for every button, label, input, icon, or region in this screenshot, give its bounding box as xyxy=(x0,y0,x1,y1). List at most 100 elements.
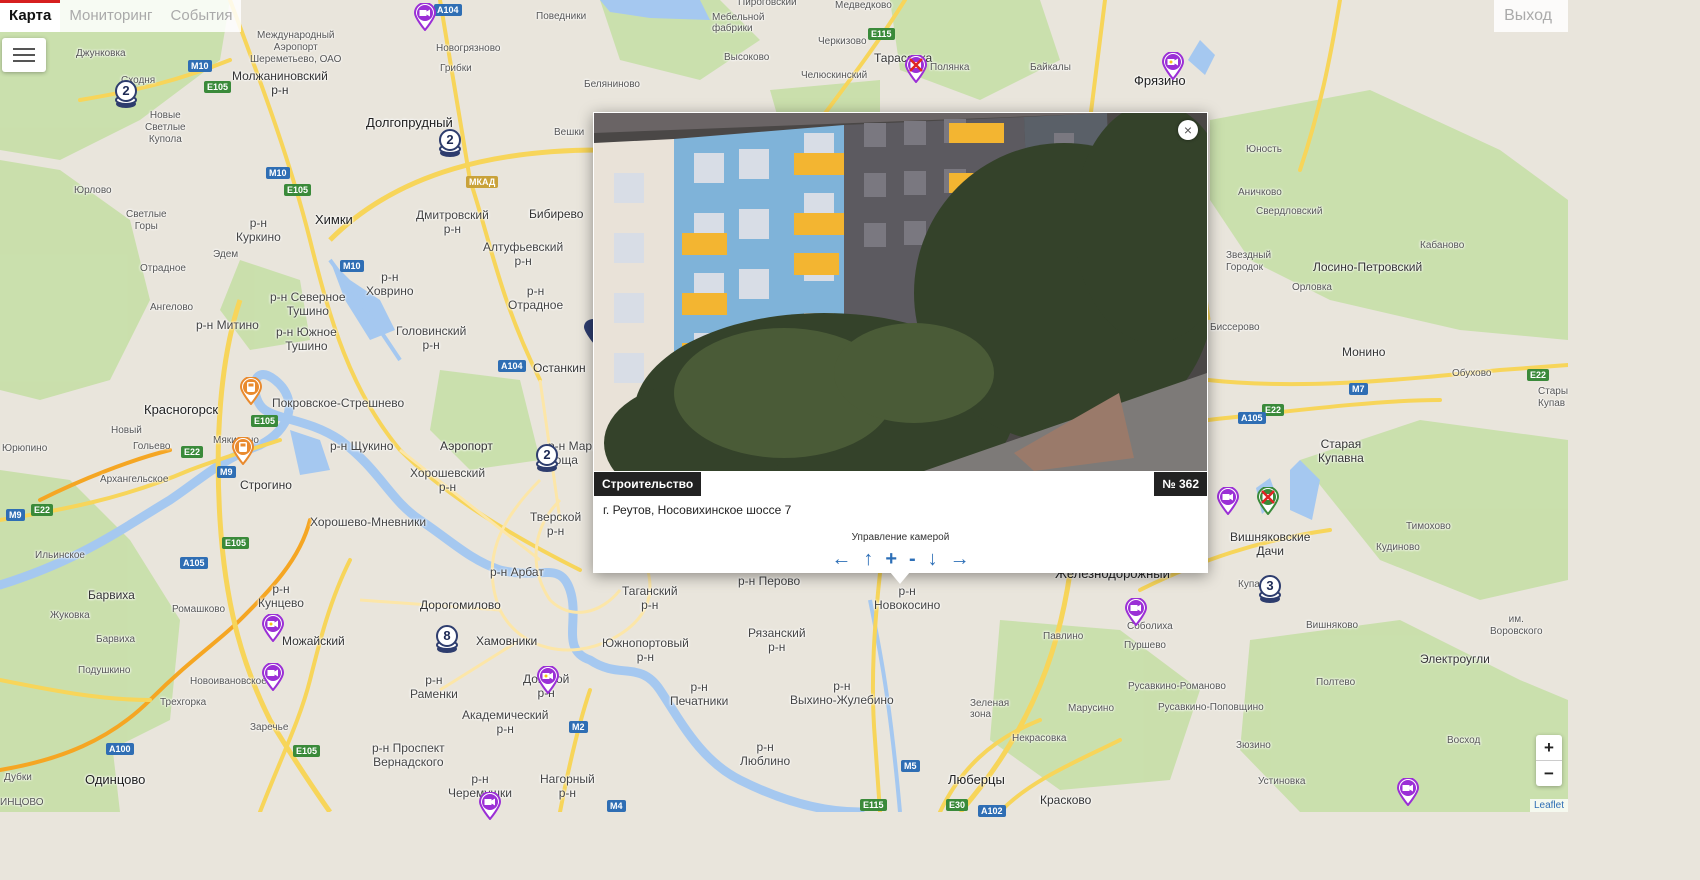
camera-number-badge: № 362 xyxy=(1154,472,1207,496)
camera-cluster[interactable]: 2 xyxy=(439,129,461,159)
road-shield: E115 xyxy=(860,799,887,811)
road-shield: A102 xyxy=(978,805,1006,817)
camera-marker[interactable] xyxy=(1125,598,1147,626)
road-shield: E22 xyxy=(181,446,204,458)
road-shield: M7 xyxy=(1349,383,1368,395)
map-label-kabanovo: Кабаново xyxy=(1420,240,1465,251)
camera-controls: ← ↑ + - ↓ → xyxy=(593,546,1208,572)
map-label-khovrino: р-н Ховрино xyxy=(366,270,414,298)
map-label-orlovka: Орловка xyxy=(1292,282,1332,293)
map-label-rusavkino-p: Русавкино-Поповщино xyxy=(1158,702,1264,713)
zoom-out-button[interactable]: − xyxy=(1536,761,1562,786)
map-label-angelovo: Ангелово xyxy=(150,302,194,313)
hamburger-icon-line xyxy=(13,54,35,56)
popup-tip xyxy=(890,572,910,584)
map-label-yuzh-tushino: р-н Южное Тушино xyxy=(276,325,337,353)
pan-left-button[interactable]: ← xyxy=(828,546,854,572)
map-label-novogryaznovo: Новогрязново xyxy=(436,43,501,54)
tab-events[interactable]: События xyxy=(162,0,242,32)
camera-cluster[interactable]: 3 xyxy=(1259,575,1281,605)
camera-address: г. Реутов, Носовихинское шоссе 7 xyxy=(603,503,792,517)
camera-marker[interactable] xyxy=(479,792,501,820)
tilt-down-button[interactable]: ↓ xyxy=(925,546,941,572)
map-label-gribki: Грибки xyxy=(440,63,472,74)
map-label-tverskoy: Тверской р-н xyxy=(530,510,582,538)
map-label-aeroport: Аэропорт xyxy=(440,439,493,453)
cluster-count: 8 xyxy=(443,628,451,643)
map-label-taganskiy: Таганский р-н xyxy=(622,584,678,612)
map-label-medvedkovo: Медведково xyxy=(835,0,892,11)
map-label-monino: Монино xyxy=(1342,345,1386,359)
map-label-purshevo: Пуршево xyxy=(1124,640,1166,651)
map-label-chelyuskinsky: Челюскинский xyxy=(801,70,868,81)
map-label-ustinovka: Устиновка xyxy=(1258,776,1306,787)
map-label-barvikha: Барвиха xyxy=(88,588,135,602)
map-label-vishnyakovo: Вишняково xyxy=(1306,620,1359,631)
map-label-staraya-kupavna: Старая Купавна xyxy=(1318,437,1364,465)
tab-monitoring[interactable]: Мониторинг xyxy=(60,0,161,32)
zoom-in-camera-button[interactable]: + xyxy=(882,546,900,572)
road-shield: M10 xyxy=(188,60,212,72)
road-shield: E105 xyxy=(251,415,279,427)
zoom-in-button[interactable]: + xyxy=(1536,735,1562,761)
camera-marker[interactable] xyxy=(262,663,284,691)
road-shield: A104 xyxy=(434,4,462,16)
camera-marker[interactable] xyxy=(1217,487,1239,515)
map-label-molzhaninovsky: Молжаниновский р-н xyxy=(232,69,328,97)
road-shield: E105 xyxy=(222,537,250,549)
map-label-voskhod: Восход xyxy=(1447,735,1481,746)
tilt-up-button[interactable]: ↑ xyxy=(860,546,876,572)
camera-cluster[interactable]: 2 xyxy=(536,444,558,474)
map-label-kuntsevo: р-н Кунцево xyxy=(258,582,304,610)
attribution-link[interactable]: Leaflet xyxy=(1529,799,1568,812)
map-label-otradnoe: р-н Отрадное xyxy=(508,284,564,312)
map-label-sev-tushino: р-н Северное Тушино xyxy=(270,290,346,318)
map-label-obukhovo: Обухово xyxy=(1452,368,1492,379)
map-label-dorogomilovo: Дорогомилово xyxy=(420,598,501,612)
map-label-vernadskogo: р-н Проспект Вернадского xyxy=(372,741,445,769)
map-label-dubki: Дубки xyxy=(4,772,32,783)
logout-button[interactable]: Выход xyxy=(1494,0,1568,32)
map-label-akademichesky: Академический р-н xyxy=(462,708,549,736)
map-label-trekhgorka: Трехгорка xyxy=(160,697,207,708)
camera-popup: × Строительство № 362 г. Реутов, Носових… xyxy=(593,112,1208,573)
map-label-rusavkino-r: Русавкино-Романово xyxy=(1128,681,1226,692)
map-label-bisserovo: Биссерово xyxy=(1210,322,1260,333)
layers-menu-button[interactable] xyxy=(2,38,46,72)
transit-marker[interactable] xyxy=(240,377,262,405)
map-label-krasnogorsk: Красногорск xyxy=(144,402,219,417)
road-shield: МКАД xyxy=(466,176,499,188)
map-label-kudinovo: Кудиново xyxy=(1376,542,1420,553)
map-label-nekrasovka: Некрасовка xyxy=(1012,733,1067,744)
road-shield: M2 xyxy=(569,721,588,733)
road-shield: M10 xyxy=(340,260,364,272)
road-shield: A100 xyxy=(106,743,134,755)
transit-marker[interactable] xyxy=(232,437,254,465)
camera-marker[interactable] xyxy=(1397,778,1419,806)
pan-right-button[interactable]: → xyxy=(947,546,973,572)
road-shield: A105 xyxy=(1238,412,1266,424)
map-label-novokosino: р-н Новокосино xyxy=(874,584,941,612)
camera-cluster[interactable]: 2 xyxy=(115,80,137,110)
zoom-out-camera-button[interactable]: - xyxy=(906,546,919,572)
map-label-lyubertsy: Люберцы xyxy=(948,772,1005,787)
map-label-belyaninovo: Беляниново xyxy=(584,79,640,90)
camera-marker-offline[interactable] xyxy=(905,55,927,83)
camera-marker[interactable] xyxy=(414,3,436,31)
map-label-khimki: Химки xyxy=(315,212,353,227)
map-label-nagorny: Нагорный р-н xyxy=(540,772,595,800)
camera-marker[interactable] xyxy=(537,666,559,694)
map-label-elektrougli: Электроугли xyxy=(1420,652,1490,666)
camera-marker[interactable] xyxy=(1162,52,1184,80)
tab-map[interactable]: Карта xyxy=(0,0,61,32)
map-label-arbat: р-н Арбат xyxy=(490,565,544,579)
popup-close-button[interactable]: × xyxy=(1178,120,1198,140)
camera-cluster[interactable]: 8 xyxy=(436,625,458,655)
map-label-zarechie: Заречье xyxy=(250,722,289,733)
hamburger-icon-line xyxy=(13,60,35,62)
camera-marker-offline[interactable] xyxy=(1257,487,1279,515)
cluster-count: 2 xyxy=(446,132,454,147)
camera-marker[interactable] xyxy=(262,614,284,642)
map-label-airport: Международный Аэропорт Шереметьево, ОАО xyxy=(250,30,342,65)
map-label-zhukovka: Жуковка xyxy=(50,610,90,621)
